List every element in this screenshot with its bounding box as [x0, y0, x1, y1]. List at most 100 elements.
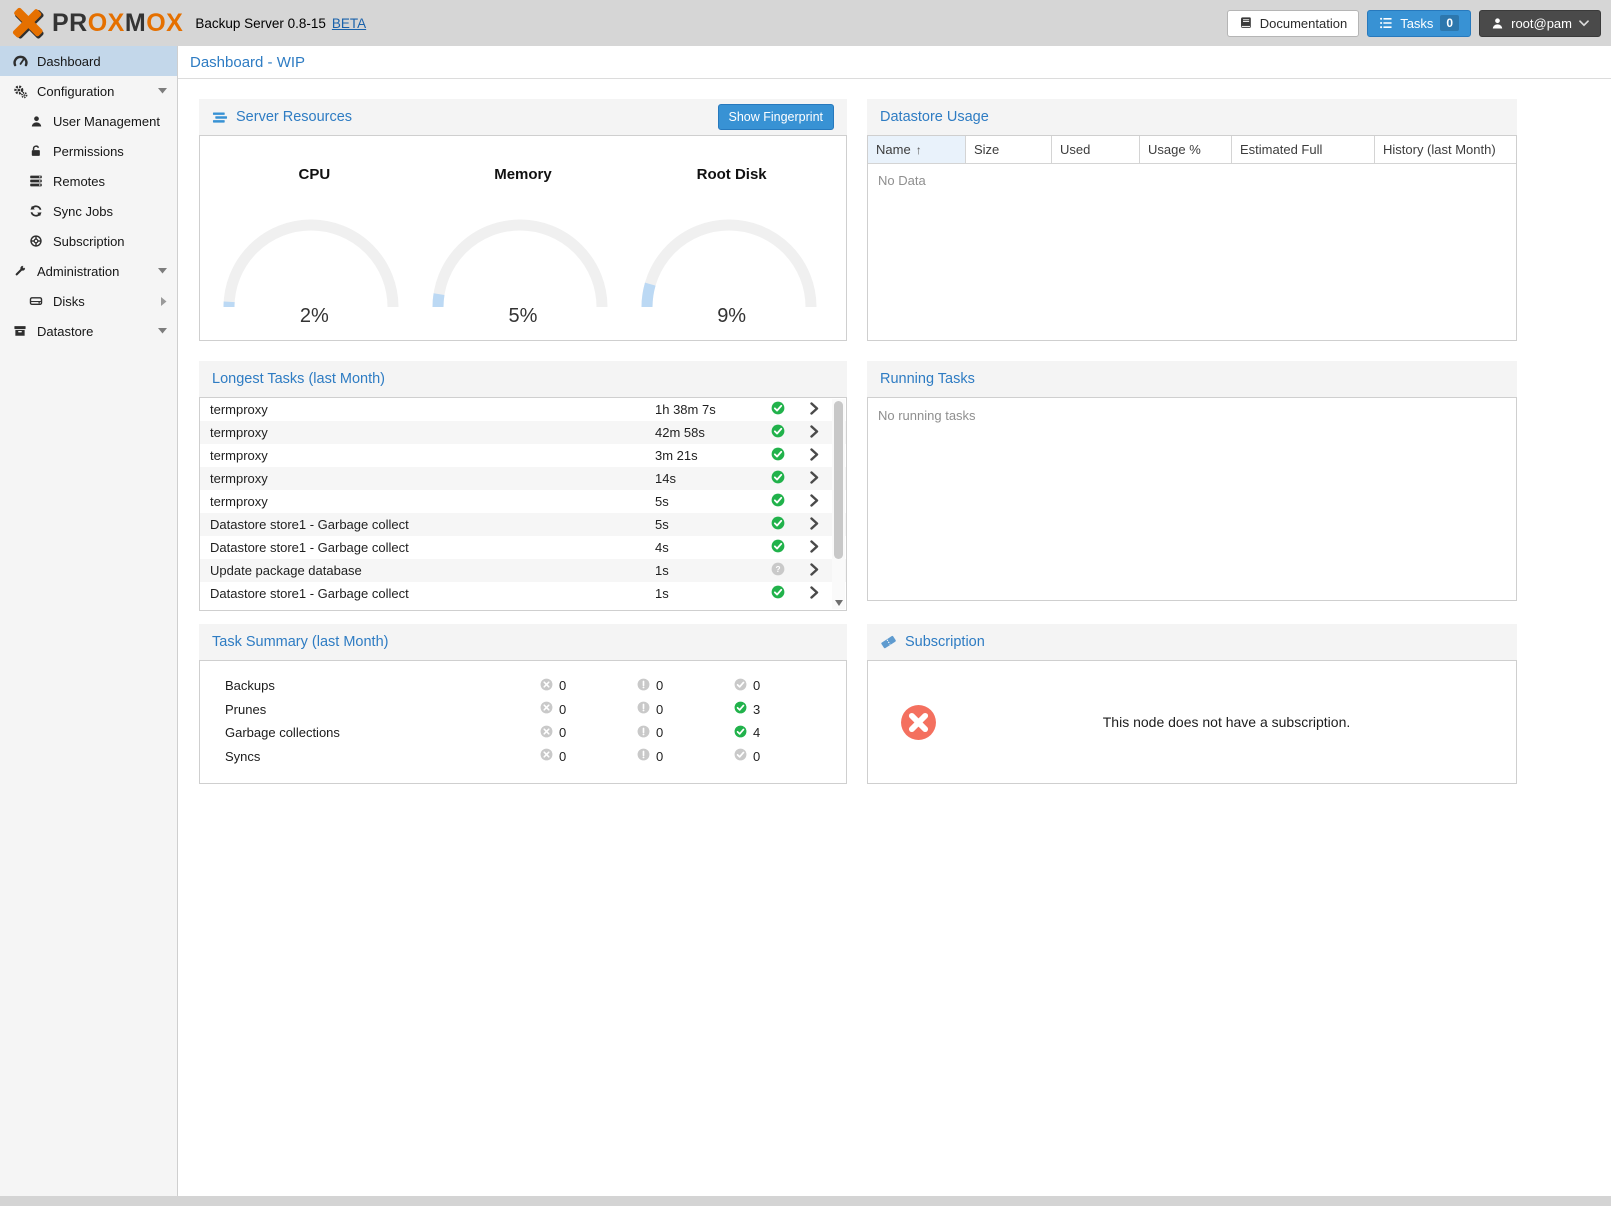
beta-link[interactable]: BETA — [332, 16, 366, 31]
table-header-row: Name ↑ Size Used Usage % Estimated Full … — [868, 136, 1516, 164]
open-task-chevron-icon[interactable] — [797, 586, 831, 602]
sidebar-item-user-management[interactable]: User Management — [0, 106, 177, 136]
gauge-label: CPU — [216, 166, 412, 183]
task-row[interactable]: Datastore store1 - Garbage collect 1s ? — [200, 582, 846, 605]
sidebar-item-configuration[interactable]: Configuration — [0, 76, 177, 106]
column-header-usage-percent[interactable]: Usage % — [1140, 136, 1232, 163]
column-header-history[interactable]: History (last Month) — [1375, 136, 1516, 163]
sidebar-item-disks[interactable]: Disks — [0, 286, 177, 316]
show-fingerprint-button[interactable]: Show Fingerprint — [718, 104, 835, 130]
server-resources-panel: Server Resources Show Fingerprint CPU 2% — [199, 99, 847, 341]
version-text: Backup Server 0.8-15 — [195, 16, 326, 31]
tasks-button[interactable]: Tasks 0 — [1367, 10, 1471, 37]
warning-count: 0 — [656, 749, 663, 764]
task-row[interactable]: Datastore store1 - Garbage collect 4s ? — [200, 536, 846, 559]
open-task-chevron-icon[interactable] — [797, 494, 831, 510]
memory-gauge: Memory 5% — [425, 136, 621, 340]
gears-icon — [12, 84, 28, 99]
task-name: termproxy — [200, 471, 655, 486]
task-name: termproxy — [200, 425, 655, 440]
warning-count: 0 — [656, 702, 663, 717]
open-task-chevron-icon[interactable] — [797, 425, 831, 441]
open-task-chevron-icon[interactable] — [797, 517, 831, 533]
subscription-message: This node does not have a subscription. — [937, 714, 1516, 730]
open-task-chevron-icon[interactable] — [797, 448, 831, 464]
hard-disk-icon — [28, 294, 44, 308]
gauge-value: 9% — [634, 305, 830, 328]
column-header-size[interactable]: Size — [966, 136, 1052, 163]
sidebar-item-remotes[interactable]: Remotes — [0, 166, 177, 196]
task-status-icon: ? — [759, 585, 797, 602]
task-row[interactable]: termproxy 3m 21s ? — [200, 444, 846, 467]
sidebar-item-label: Remotes — [53, 174, 105, 189]
error-count: 0 — [559, 749, 566, 764]
summary-row-backups[interactable]: Backups 0 0 0 — [200, 674, 846, 698]
ok-circle-icon — [734, 748, 747, 764]
panel-title: Server Resources — [236, 109, 352, 125]
open-task-chevron-icon[interactable] — [797, 540, 831, 556]
task-name: Update package database — [200, 563, 655, 578]
open-task-chevron-icon[interactable] — [797, 563, 831, 579]
sidebar-item-label: Permissions — [53, 144, 124, 159]
task-row[interactable]: termproxy 14s ? — [200, 467, 846, 490]
open-task-chevron-icon[interactable] — [797, 402, 831, 418]
panel-title: Running Tasks — [880, 371, 975, 387]
sidebar-item-permissions[interactable]: Permissions — [0, 136, 177, 166]
chevron-down-icon — [1579, 20, 1589, 27]
archive-box-icon — [12, 324, 28, 338]
gauge-label: Memory — [425, 166, 621, 183]
error-count: 0 — [559, 678, 566, 693]
task-status-icon: ? — [759, 447, 797, 464]
warning-circle-icon — [637, 725, 650, 741]
task-duration: 5s — [655, 517, 759, 532]
task-row[interactable]: Datastore store1 - Garbage collect 5s ? — [200, 513, 846, 536]
task-status-icon: ? — [759, 539, 797, 556]
task-duration: 5s — [655, 494, 759, 509]
open-task-chevron-icon[interactable] — [797, 471, 831, 487]
task-name: Datastore store1 - Garbage collect — [200, 586, 655, 601]
sidebar-item-dashboard[interactable]: Dashboard — [0, 46, 177, 76]
task-row[interactable]: termproxy 42m 58s ? — [200, 421, 846, 444]
task-name: termproxy — [200, 448, 655, 463]
ok-circle-icon — [734, 725, 747, 741]
proxmox-logo: PROXMOX — [10, 5, 183, 41]
column-header-estimated-full[interactable]: Estimated Full — [1232, 136, 1375, 163]
task-name: termproxy — [200, 494, 655, 509]
task-name: Datastore store1 - Garbage collect — [200, 540, 655, 555]
task-status-icon: ? — [759, 401, 797, 418]
ok-count: 0 — [753, 749, 760, 764]
task-row[interactable]: Update package database 1s ? — [200, 559, 846, 582]
sync-arrows-icon — [28, 204, 44, 218]
summary-row-garbage-collections[interactable]: Garbage collections 0 0 4 — [200, 721, 846, 745]
task-row[interactable]: termproxy 1h 38m 7s ? — [200, 398, 846, 421]
summary-label: Prunes — [225, 702, 540, 717]
scrollbar-down-arrow-icon[interactable] — [835, 600, 843, 606]
vertical-scrollbar[interactable] — [832, 399, 845, 609]
task-status-icon: ? — [759, 470, 797, 487]
ok-circle-icon — [734, 678, 747, 694]
sidebar-item-sync-jobs[interactable]: Sync Jobs — [0, 196, 177, 226]
documentation-button[interactable]: Documentation — [1227, 10, 1359, 37]
scrollbar-thumb[interactable] — [834, 401, 843, 559]
task-duration: 1h 38m 7s — [655, 402, 759, 417]
summary-row-syncs[interactable]: Syncs 0 0 0 — [200, 745, 846, 769]
column-header-name[interactable]: Name ↑ — [868, 136, 966, 163]
cpu-gauge: CPU 2% — [216, 136, 412, 340]
task-summary-panel: Task Summary (last Month) Backups 0 0 0 … — [199, 624, 847, 784]
sidebar-item-label: Datastore — [37, 324, 93, 339]
column-header-used[interactable]: Used — [1052, 136, 1140, 163]
task-row[interactable]: termproxy 5s ? — [200, 490, 846, 513]
chevron-right-icon — [161, 297, 167, 306]
sidebar-item-label: Configuration — [37, 84, 114, 99]
summary-row-prunes[interactable]: Prunes 0 0 3 — [200, 698, 846, 722]
sidebar-item-subscription[interactable]: Subscription — [0, 226, 177, 256]
sidebar-item-administration[interactable]: Administration — [0, 256, 177, 286]
task-list-icon — [1379, 16, 1393, 30]
sidebar-item-datastore[interactable]: Datastore — [0, 316, 177, 346]
user-menu-button[interactable]: root@pam — [1479, 10, 1601, 37]
main-content: Dashboard - WIP — [178, 46, 1611, 1196]
svg-text:?: ? — [775, 564, 780, 574]
task-status-icon: ? — [759, 562, 797, 579]
stacked-bars-icon — [212, 110, 228, 125]
tasks-count-badge: 0 — [1440, 15, 1459, 31]
